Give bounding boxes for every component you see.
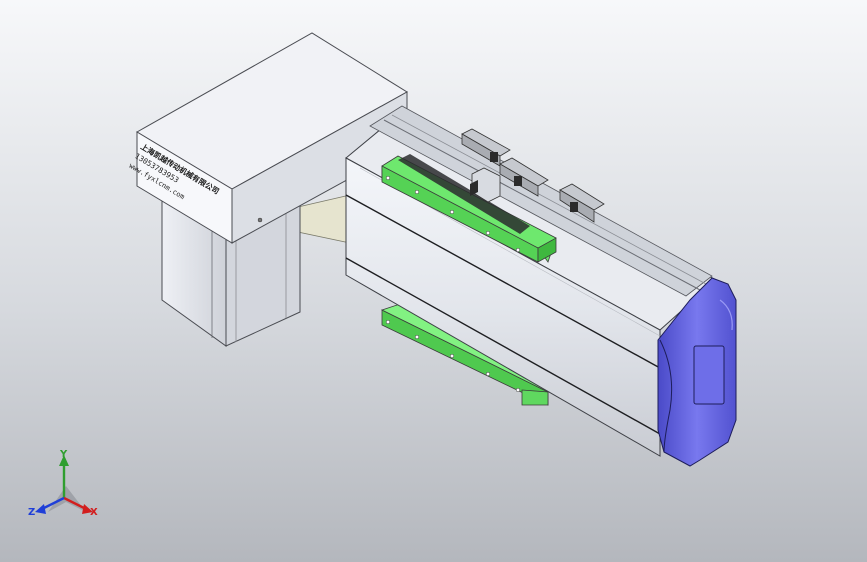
- mount-hole: [385, 175, 391, 181]
- mount-hole: [385, 319, 391, 325]
- mount-hole: [515, 387, 521, 393]
- triad-z-label: Z: [28, 507, 35, 518]
- mount-hole: [414, 189, 420, 195]
- mount-hole: [515, 247, 521, 253]
- triad-y-label: Y: [59, 449, 68, 460]
- mount-hole: [414, 334, 420, 340]
- mount-hole: [449, 353, 455, 359]
- mount-hole: [485, 230, 491, 236]
- coordinate-triad[interactable]: Y X Z: [28, 449, 98, 518]
- cad-viewport[interactable]: 上海凯越传动机械有限公司 13053783953 www.fyxlcnm.com: [0, 0, 867, 562]
- triad-x-label: X: [90, 507, 98, 518]
- mount-hole: [449, 209, 455, 215]
- mount-hole: [485, 371, 491, 377]
- cad-model-view[interactable]: 上海凯越传动机械有限公司 13053783953 www.fyxlcnm.com: [0, 0, 867, 562]
- end-cap-panel: [693, 345, 725, 405]
- screw-hole: [257, 217, 263, 223]
